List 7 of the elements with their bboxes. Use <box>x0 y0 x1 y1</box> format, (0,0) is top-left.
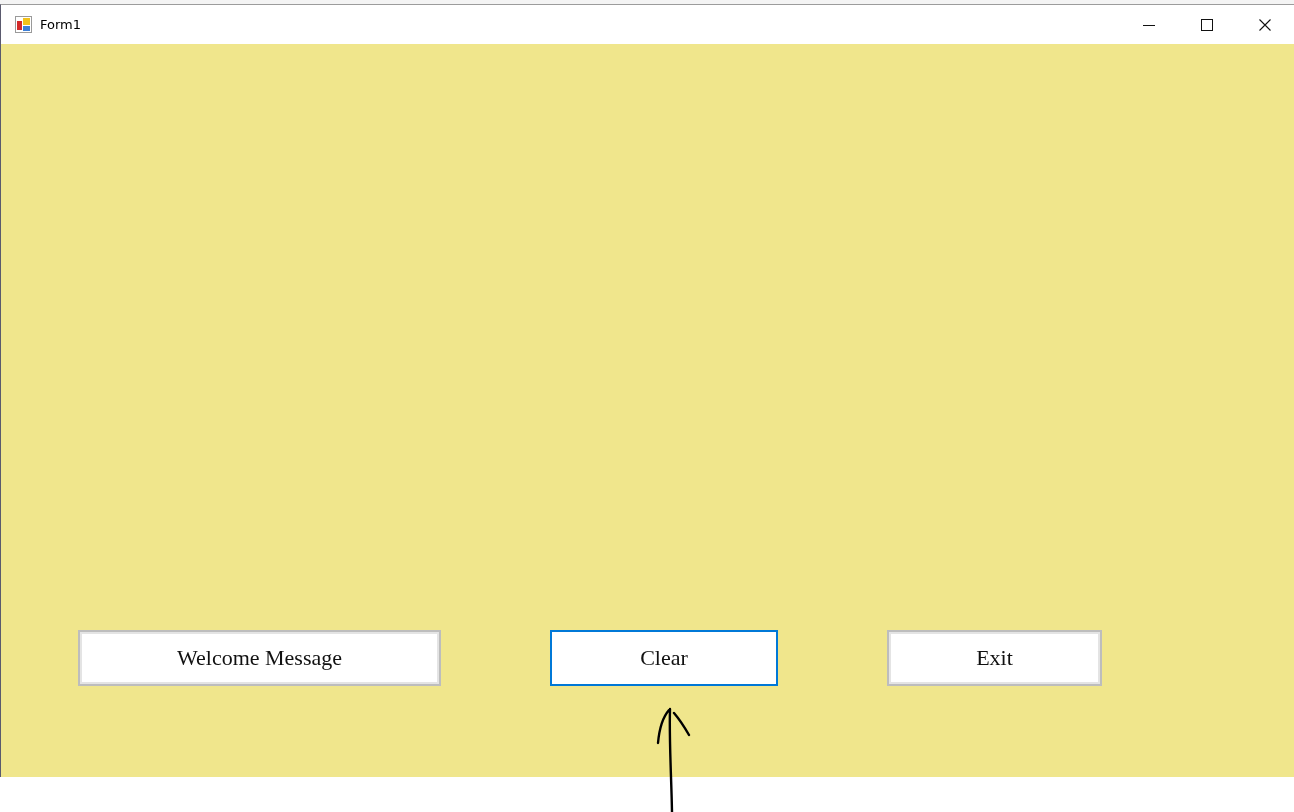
maximize-icon[interactable] <box>1201 18 1213 31</box>
clear-button[interactable]: Clear <box>550 630 778 686</box>
window-title: Form1 <box>40 17 82 32</box>
app-icon <box>15 15 32 33</box>
welcome-message-button[interactable]: Welcome Message <box>78 630 441 686</box>
exit-button[interactable]: Exit <box>887 630 1102 686</box>
close-icon[interactable] <box>1259 18 1271 31</box>
